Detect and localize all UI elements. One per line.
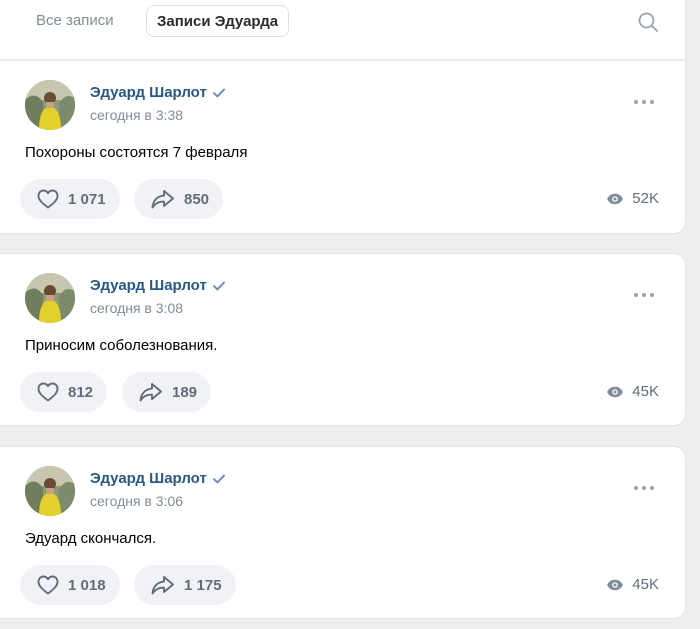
more-icon[interactable] bbox=[633, 483, 655, 493]
like-count: 812 bbox=[68, 383, 94, 401]
share-icon bbox=[138, 380, 164, 404]
like-button[interactable]: 1 071 bbox=[20, 179, 120, 219]
verified-icon bbox=[212, 472, 226, 486]
more-icon[interactable] bbox=[633, 290, 655, 300]
share-button[interactable]: 1 175 bbox=[134, 565, 236, 605]
share-icon bbox=[150, 187, 176, 211]
avatar[interactable] bbox=[25, 466, 75, 516]
heart-icon bbox=[36, 573, 60, 597]
post-time[interactable]: сегодня в 3:08 bbox=[90, 300, 183, 316]
post-card: Эдуард Шарлот сегодня в 3:06 Эдуард скон… bbox=[0, 446, 686, 619]
share-count: 189 bbox=[172, 383, 198, 401]
verified-icon bbox=[212, 86, 226, 100]
wall-page: Все записи Записи Эдуарда Эдуард Шарлот … bbox=[0, 0, 700, 629]
avatar[interactable] bbox=[25, 273, 75, 323]
views-count: 45K bbox=[632, 576, 659, 593]
search-icon[interactable] bbox=[637, 11, 659, 33]
share-count: 1 175 bbox=[184, 576, 222, 594]
heart-icon bbox=[36, 380, 60, 404]
share-icon bbox=[150, 573, 176, 597]
post-time[interactable]: сегодня в 3:06 bbox=[90, 493, 183, 509]
post-time[interactable]: сегодня в 3:38 bbox=[90, 107, 183, 123]
more-icon[interactable] bbox=[633, 97, 655, 107]
post-text: Приносим соболезнования. bbox=[25, 337, 218, 354]
like-count: 1 071 bbox=[68, 190, 106, 208]
eye-icon bbox=[606, 193, 624, 205]
author-line: Эдуард Шарлот bbox=[90, 277, 226, 294]
post-card: Эдуард Шарлот сегодня в 3:08 Приносим со… bbox=[0, 253, 686, 426]
tab-all-posts[interactable]: Все записи bbox=[26, 5, 124, 37]
author-name[interactable]: Эдуард Шарлот bbox=[90, 84, 207, 101]
avatar[interactable] bbox=[25, 80, 75, 130]
like-button[interactable]: 812 bbox=[20, 372, 108, 412]
like-count: 1 018 bbox=[68, 576, 106, 594]
views-counter: 45K bbox=[606, 576, 659, 593]
author-line: Эдуард Шарлот bbox=[90, 84, 226, 101]
views-count: 45K bbox=[632, 383, 659, 400]
author-line: Эдуард Шарлот bbox=[90, 470, 226, 487]
author-name[interactable]: Эдуард Шарлот bbox=[90, 470, 207, 487]
share-button[interactable]: 850 bbox=[134, 179, 224, 219]
eye-icon bbox=[606, 579, 624, 591]
views-count: 52K bbox=[632, 190, 659, 207]
author-name[interactable]: Эдуард Шарлот bbox=[90, 277, 207, 294]
heart-icon bbox=[36, 187, 60, 211]
share-button[interactable]: 189 bbox=[122, 372, 212, 412]
like-button[interactable]: 1 018 bbox=[20, 565, 120, 605]
share-count: 850 bbox=[184, 190, 210, 208]
views-counter: 45K bbox=[606, 383, 659, 400]
post-text: Похороны состоятся 7 февраля bbox=[25, 144, 248, 161]
wall-tabs: Все записи Записи Эдуарда bbox=[0, 0, 686, 60]
post-text: Эдуард скончался. bbox=[25, 530, 157, 547]
post-card: Эдуард Шарлот сегодня в 3:38 Похороны со… bbox=[0, 61, 686, 234]
tab-owner-posts[interactable]: Записи Эдуарда bbox=[146, 5, 290, 37]
eye-icon bbox=[606, 386, 624, 398]
views-counter: 52K bbox=[606, 190, 659, 207]
verified-icon bbox=[212, 279, 226, 293]
